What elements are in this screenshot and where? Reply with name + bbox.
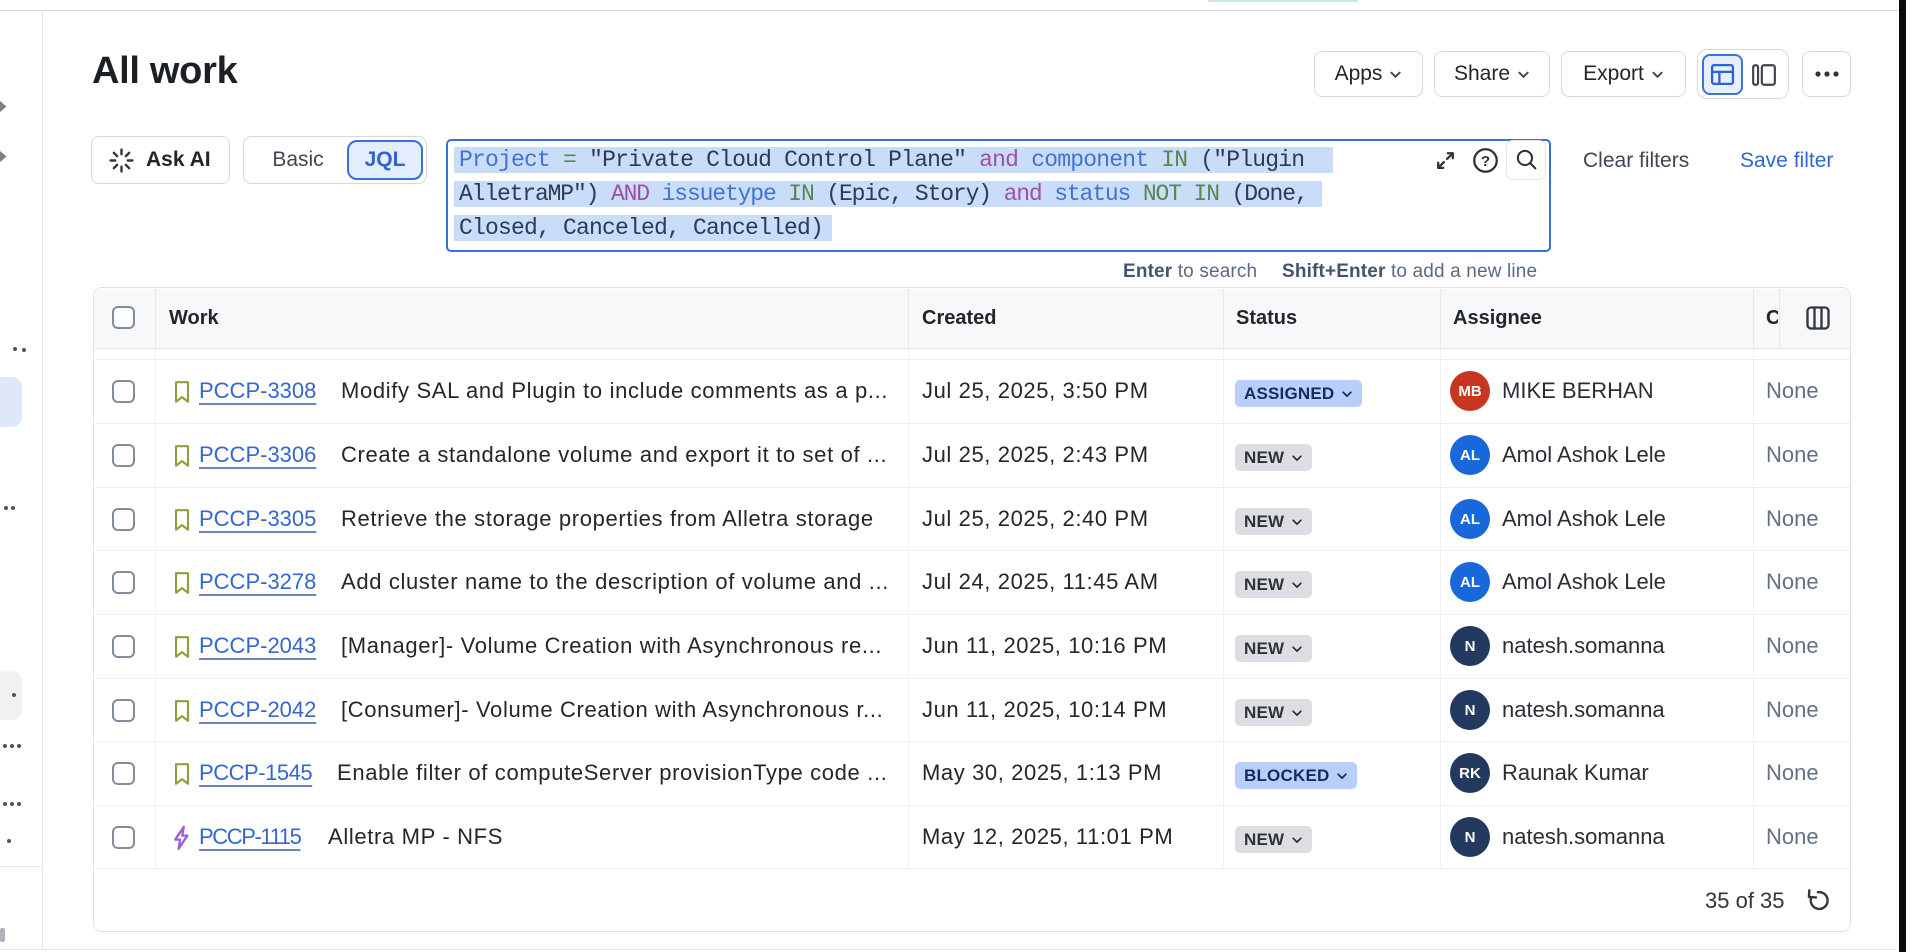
svg-text:?: ? (1481, 153, 1490, 170)
